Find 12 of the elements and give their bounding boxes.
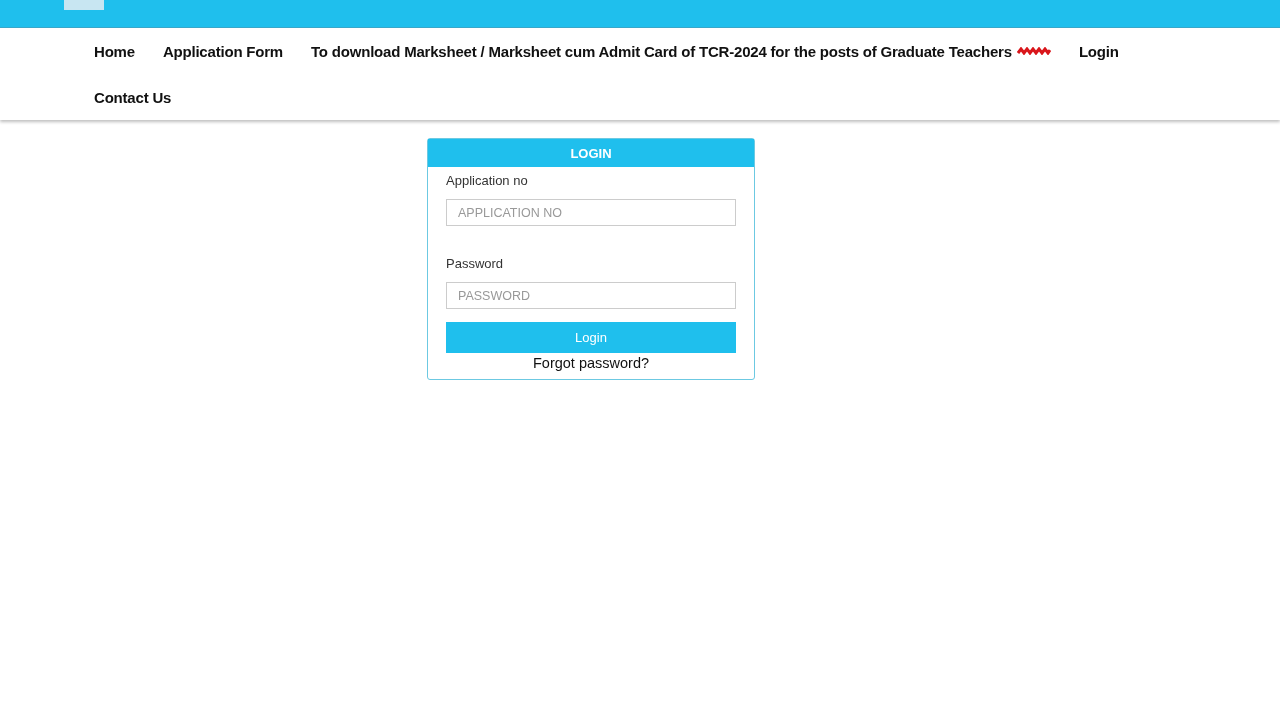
logo-placeholder (64, 0, 104, 10)
nav-link[interactable]: Application Form (162, 28, 283, 74)
input-field[interactable]: APPLICATION NO (446, 199, 736, 226)
nav-link[interactable]: Home (94, 28, 135, 74)
nav-link[interactable]: Contact Us (94, 74, 172, 120)
nav-link[interactable]: To download Marksheet / Marksheet cum Admit Card of TCR-2024 for the posts of Graduate Teachers (311, 28, 1051, 74)
field-label: Application no (446, 173, 529, 188)
forgot-password-link[interactable]: Forgot password? (446, 355, 736, 371)
field-label: Password (446, 256, 505, 271)
panel-title: LOGIN (428, 139, 754, 167)
input-field[interactable]: PASSWORD (446, 282, 736, 309)
nav-link[interactable]: Login (1078, 28, 1119, 74)
